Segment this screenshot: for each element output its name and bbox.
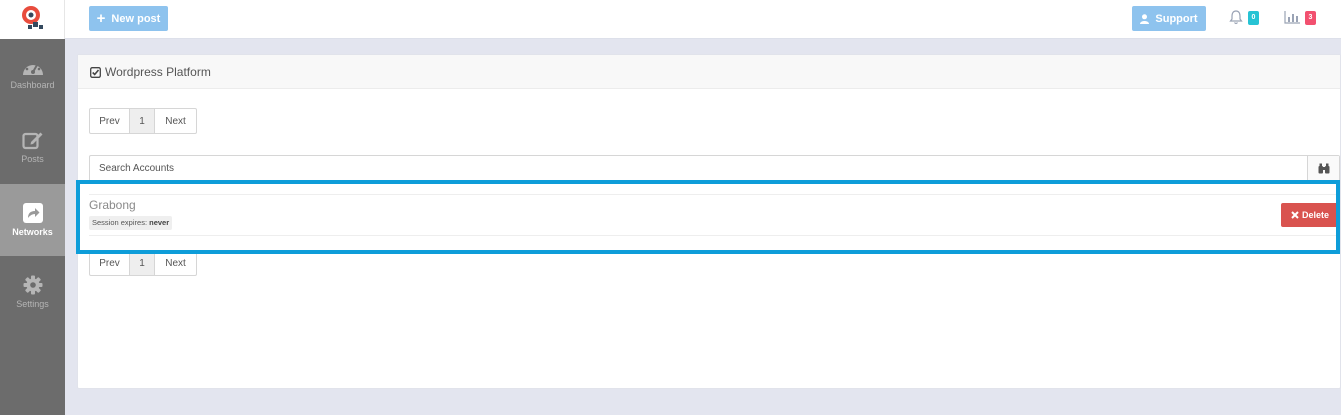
support-button[interactable]: Support <box>1132 6 1206 31</box>
search-button[interactable] <box>1307 156 1339 181</box>
delete-label: Delete <box>1301 210 1329 220</box>
bell-icon[interactable] <box>1229 10 1243 25</box>
edit-icon <box>21 132 42 150</box>
sidebar-item-label: Posts <box>21 154 44 164</box>
sidebar: Dashboard Posts Networks Settings <box>0 39 65 415</box>
panel-title-text: Wordpress Platform <box>105 65 211 79</box>
plus-icon: + <box>96 10 106 27</box>
panel-title: Wordpress Platform <box>90 65 211 79</box>
pagination-top: Prev 1 Next <box>89 108 197 134</box>
sidebar-item-label: Dashboard <box>10 80 55 90</box>
dashboard-icon <box>22 61 43 75</box>
session-expiry-value: never <box>149 218 170 227</box>
new-post-button[interactable]: + New post <box>89 6 168 31</box>
session-expiry-label: Session expires: <box>92 218 148 227</box>
prev-page-button[interactable]: Prev <box>90 251 130 275</box>
share-icon <box>22 203 43 223</box>
binoculars-icon <box>1318 163 1329 174</box>
account-row: Grabong Session expires: never <box>89 194 1340 236</box>
stats-badge: 3 <box>1305 11 1316 25</box>
next-page-button[interactable]: Next <box>155 109 196 133</box>
page-number-button[interactable]: 1 <box>130 251 155 275</box>
sidebar-item-posts[interactable]: Posts <box>0 111 65 183</box>
user-icon <box>1140 13 1150 24</box>
prev-page-button[interactable]: Prev <box>90 109 130 133</box>
sidebar-item-label: Networks <box>12 227 53 237</box>
sidebar-item-settings[interactable]: Settings <box>0 256 65 328</box>
sidebar-item-label: Settings <box>16 299 49 309</box>
logo-icon <box>22 6 43 29</box>
sidebar-item-dashboard[interactable]: Dashboard <box>0 39 65 111</box>
gear-icon <box>23 275 42 295</box>
page-number-button[interactable]: 1 <box>130 109 155 133</box>
check-square-icon <box>90 66 101 78</box>
panel-header: Wordpress Platform <box>78 55 1340 89</box>
new-post-label: New post <box>111 12 161 25</box>
support-label: Support <box>1155 12 1198 25</box>
search-accounts-input[interactable] <box>90 156 1309 181</box>
pagination-bottom: Prev 1 Next <box>89 250 197 276</box>
search-accounts-group <box>89 155 1340 182</box>
notifications-badge: 0 <box>1248 11 1259 25</box>
close-icon <box>1291 211 1299 219</box>
delete-account-button[interactable]: Delete <box>1281 203 1339 227</box>
account-name: Grabong <box>89 198 136 212</box>
bar-chart-icon[interactable] <box>1284 11 1300 24</box>
app-logo[interactable] <box>0 0 65 39</box>
session-expiry-badge: Session expires: never <box>89 216 173 230</box>
next-page-button[interactable]: Next <box>155 251 196 275</box>
top-bar: + New post Support 0 3 <box>0 0 1341 39</box>
sidebar-item-networks[interactable]: Networks <box>0 184 65 256</box>
